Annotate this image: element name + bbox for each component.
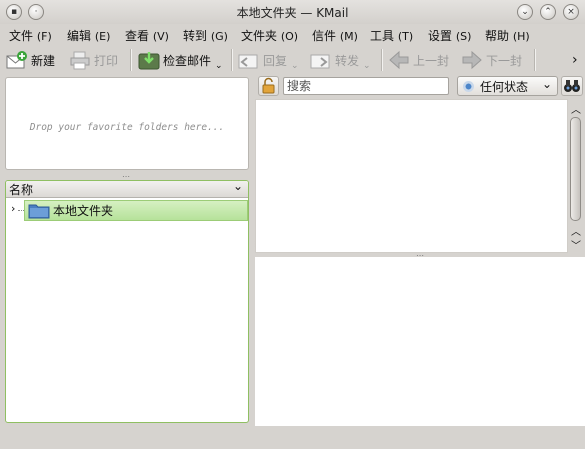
menu-view[interactable]: 查看 (V) — [125, 27, 169, 44]
favorites-placeholder: Drop your favorite folders here... — [29, 122, 225, 133]
printer-icon — [70, 51, 90, 70]
toolbar-overflow-button[interactable]: › — [572, 48, 578, 72]
window-title: 本地文件夹 — KMail — [236, 6, 349, 20]
column-header-name: 名称 — [9, 183, 34, 197]
check-mail-button[interactable]: 检查邮件 ⌄ — [138, 48, 223, 72]
print-label: 打印 — [94, 53, 119, 68]
menu-message[interactable]: 信件 (M) — [312, 27, 358, 44]
chevron-down-icon: ⌄ — [541, 77, 552, 91]
advanced-search-button[interactable] — [561, 76, 583, 96]
folder-tree[interactable]: 名称 ⌄ › 本地文件夹 — [5, 180, 249, 423]
menu-go[interactable]: 转到 (G) — [183, 27, 228, 44]
arrow-right-icon — [462, 50, 482, 70]
binoculars-icon — [564, 80, 580, 92]
new-mail-icon — [6, 51, 27, 69]
previous-message-button[interactable]: 上一封 — [388, 48, 449, 72]
tree-item-label: 本地文件夹 — [53, 204, 114, 218]
chevron-down-icon[interactable]: ⌄ — [363, 61, 371, 71]
chevron-down-icon[interactable]: ⌄ — [233, 181, 243, 193]
menu-tools[interactable]: 工具 (T) — [370, 27, 413, 44]
message-preview-pane[interactable] — [255, 257, 585, 426]
toolbar-separator — [231, 49, 233, 71]
scrollbar-thumb[interactable] — [570, 117, 581, 221]
arrow-left-icon — [389, 50, 409, 70]
tree-item-local-folders[interactable]: 本地文件夹 — [24, 200, 248, 221]
maximize-button[interactable]: ⌃ — [540, 4, 556, 20]
scroll-up-icon[interactable]: ︿ — [571, 101, 581, 116]
close-button[interactable]: × — [563, 4, 579, 20]
print-button[interactable]: 打印 — [69, 48, 118, 72]
search-bar: 任何状态 ⌄ — [254, 76, 585, 98]
status-icon — [463, 80, 474, 92]
forward-icon — [310, 54, 330, 69]
previous-label: 上一封 — [413, 53, 450, 68]
menu-bar: 文件 (F) 编辑 (E) 查看 (V) 转到 (G) 文件夹 (O) 信件 (… — [0, 25, 585, 45]
forward-label: 转发 — [335, 53, 360, 68]
folder-icon — [28, 204, 50, 219]
menu-file[interactable]: 文件 (F) — [9, 27, 52, 44]
next-message-button[interactable]: 下一封 — [461, 48, 522, 72]
check-mail-label: 检查邮件 — [163, 53, 212, 68]
menu-help[interactable]: 帮助 (H) — [485, 27, 530, 44]
tree-header[interactable]: 名称 ⌄ — [6, 181, 248, 198]
toolbar-separator — [534, 49, 536, 71]
new-message-button[interactable]: 新建 — [6, 48, 55, 72]
scroll-up-icon[interactable]: ︿ — [571, 223, 581, 238]
toolbar-separator — [130, 49, 132, 71]
reply-button[interactable]: 回复 ⌄ — [238, 48, 299, 72]
chevron-down-icon[interactable]: ⌄ — [291, 61, 299, 71]
favorite-folders-panel[interactable]: Drop your favorite folders here... — [5, 77, 249, 170]
message-list-scrollbar[interactable]: ︿ ︿ ﹀ — [568, 99, 584, 253]
main-toolbar: 新建 打印 检查邮件 ⌄ 回复 ⌄ 转发 ⌄ 上一封 下一封 › — [0, 45, 585, 73]
title-bar: ▪ · 本地文件夹 — KMail ⌄ ⌃ × — [0, 0, 585, 24]
menu-settings[interactable]: 设置 (S) — [428, 27, 471, 44]
check-mail-icon — [138, 52, 160, 70]
chevron-down-icon[interactable]: ⌄ — [215, 61, 223, 71]
status-filter-value: 任何状态 — [480, 79, 529, 94]
scroll-down-icon[interactable]: ﹀ — [571, 237, 581, 252]
minimize-button[interactable]: ⌄ — [517, 4, 533, 20]
toolbar-separator — [381, 49, 383, 71]
message-list[interactable] — [255, 99, 568, 253]
new-label: 新建 — [31, 53, 56, 68]
search-input[interactable] — [283, 77, 449, 95]
forward-button[interactable]: 转发 ⌄ — [310, 48, 371, 72]
status-filter-select[interactable]: 任何状态 ⌄ — [457, 76, 558, 96]
lock-icon — [262, 77, 275, 94]
menu-edit[interactable]: 编辑 (E) — [67, 27, 110, 44]
menu-folder[interactable]: 文件夹 (O) — [241, 27, 298, 44]
next-label: 下一封 — [486, 53, 523, 68]
reply-label: 回复 — [263, 53, 288, 68]
reply-icon — [238, 54, 258, 69]
expand-arrow-icon[interactable]: › — [11, 202, 15, 215]
lock-button[interactable] — [258, 76, 279, 96]
